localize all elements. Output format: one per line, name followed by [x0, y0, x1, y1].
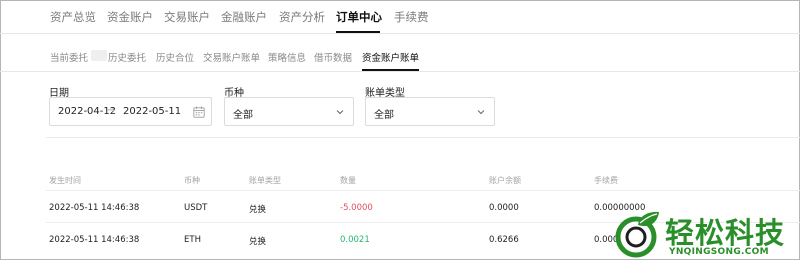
bill-type-select-value: 全部: [374, 110, 394, 121]
nav-item-asset-overview[interactable]: 资产总览: [50, 9, 96, 25]
header-row-divider: [46, 190, 800, 191]
column-header-currency: 币种: [184, 176, 200, 185]
date-range-picker[interactable]: 2022-04-12 → 2022-05-11: [49, 97, 212, 126]
watermark-subtitle: YNQINGSONG.COM: [669, 247, 769, 257]
nav-item-asset-analysis[interactable]: 资产分析: [279, 9, 325, 25]
chevron-down-icon: [336, 110, 344, 115]
cell-amount: -5.0000: [340, 203, 373, 213]
section-divider: [46, 137, 800, 138]
leaf-logo-icon: [615, 211, 659, 258]
cell-currency: USDT: [184, 203, 208, 213]
nav-item-finance-account[interactable]: 金融账户: [221, 9, 267, 25]
tab-current-orders[interactable]: 当前委托: [50, 50, 88, 64]
tab-position-history[interactable]: 历史合位: [156, 50, 194, 64]
cell-time: 2022-05-11 14:46:38: [49, 235, 140, 245]
watermark-title: 轻松科技: [665, 216, 786, 250]
tab-order-history[interactable]: 历史委托: [108, 50, 146, 64]
column-header-balance: 账户余额: [489, 176, 521, 185]
cell-currency: ETH: [184, 235, 201, 245]
tab-trading-account-bill[interactable]: 交易账户账单: [203, 50, 260, 64]
top-nav: 资产总览 资金账户 交易账户 金融账户 资产分析 订单中心 手续费: [0, 0, 800, 34]
column-header-bill-type: 账单类型: [249, 176, 281, 185]
date-end-value: 2022-05-11: [123, 106, 182, 117]
column-header-fee: 手续费: [594, 176, 618, 185]
cell-balance: 0.6266: [489, 235, 519, 245]
cell-bill-type: 兑换: [249, 237, 267, 247]
column-header-amount: 数量: [340, 176, 356, 185]
nav-item-trading-account[interactable]: 交易账户: [164, 9, 210, 25]
chevron-down-icon: [477, 110, 485, 115]
cell-time: 2022-05-11 14:46:38: [49, 203, 140, 213]
nav-item-order-center[interactable]: 订单中心: [336, 9, 382, 25]
nav-item-funding-account[interactable]: 资金账户: [107, 9, 153, 25]
cell-amount: 0.0021: [340, 235, 370, 245]
tab-funding-account-bill[interactable]: 资金账户账单: [362, 50, 419, 64]
calendar-icon[interactable]: [193, 106, 205, 118]
subtab-active-underline: [362, 69, 419, 71]
column-header-time: 发生时间: [49, 176, 81, 185]
sub-tabs: 当前委托 历史委托 历史合位 交易账户账单 策略信息 借币数据 资金账户账单: [0, 34, 800, 72]
date-range-arrow: →: [107, 105, 116, 116]
tab-strategy-info[interactable]: 策略信息: [268, 50, 306, 64]
cell-balance: 0.0000: [489, 203, 519, 213]
currency-select[interactable]: 全部: [224, 97, 354, 126]
currency-select-value: 全部: [233, 110, 253, 121]
nav-item-fees[interactable]: 手续费: [394, 9, 429, 25]
bill-type-select[interactable]: 全部: [365, 97, 495, 126]
watermark-logo: 轻松科技 YNQINGSONG.COM: [605, 207, 800, 260]
tab-borrow-data[interactable]: 借币数据: [314, 50, 352, 64]
nav-active-underline: [336, 31, 380, 33]
redacted-mark: [91, 50, 107, 61]
cell-bill-type: 兑换: [249, 205, 267, 215]
